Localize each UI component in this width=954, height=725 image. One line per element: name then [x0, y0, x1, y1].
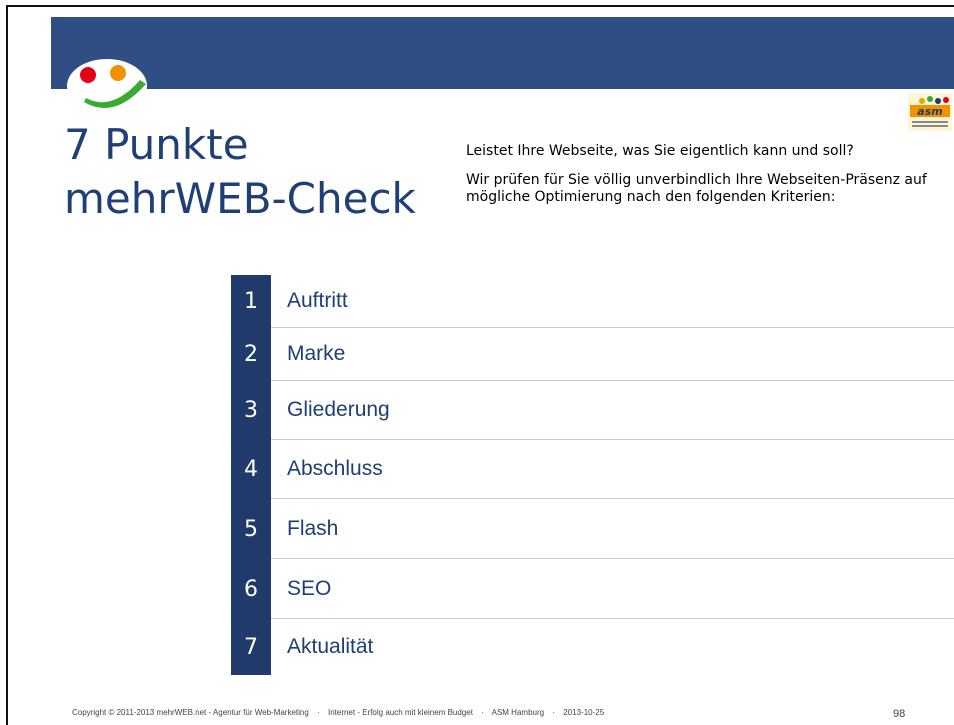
criteria-number: 6	[231, 559, 271, 619]
asm-logo: asm	[908, 93, 952, 131]
criteria-label: Flash	[287, 516, 339, 540]
slide-title: 7 Punkte mehrWEB-Check	[64, 118, 444, 226]
criteria-item: 4 Abschluss	[231, 440, 954, 499]
footer-separator: ·	[317, 708, 320, 717]
criteria-label: Auftritt	[287, 289, 348, 312]
criteria-label: SEO	[287, 576, 332, 600]
footer-location: ASM Hamburg	[491, 708, 545, 717]
criteria-item: 7 Aktualität	[231, 619, 954, 675]
intro-text-block: Leistet Ihre Webseite, was Sie eigentlic…	[466, 143, 936, 220]
slide-title-line2: mehrWEB-Check	[64, 174, 416, 223]
criteria-label: Abschluss	[287, 457, 383, 480]
asm-logo-text: asm	[917, 105, 942, 118]
footer-date: 2013-10-25	[563, 708, 605, 717]
criteria-number: 4	[231, 440, 271, 499]
criteria-item: 5 Flash	[231, 499, 954, 559]
criteria-number: 7	[231, 619, 271, 675]
smiley-logo	[67, 59, 147, 113]
slide-footer: Copyright © 2011-2013 mehrWEB.net - Agen…	[72, 708, 604, 717]
slide-title-line1: 7 Punkte	[64, 120, 249, 169]
intro-paragraph: Wir prüfen für Sie völlig unverbindlich …	[466, 172, 927, 205]
criteria-item: 1 Auftritt	[231, 275, 954, 328]
footer-separator: ·	[552, 708, 555, 717]
intro-lead: Leistet Ihre Webseite, was Sie eigentlic…	[466, 143, 854, 159]
page-number: 98	[893, 708, 906, 720]
footer-separator: ·	[481, 708, 484, 717]
criteria-item: 6 SEO	[231, 559, 954, 619]
criteria-label: Gliederung	[287, 398, 390, 421]
criteria-number: 3	[231, 381, 271, 440]
criteria-item: 2 Marke	[231, 328, 954, 381]
criteria-number: 1	[231, 275, 271, 328]
criteria-number: 5	[231, 499, 271, 559]
footer-copyright: Copyright © 2011-2013 mehrWEB.net - Agen…	[72, 708, 309, 717]
criteria-number: 2	[231, 328, 271, 381]
criteria-list: 1 Auftritt 2 Marke 3 Gliederung 4 Abschl…	[231, 275, 954, 675]
header-band	[51, 17, 954, 89]
criteria-label: Aktualität	[287, 635, 374, 658]
criteria-item: 3 Gliederung	[231, 381, 954, 440]
footer-tagline: Internet - Erfolg auch mit kleinem Budge…	[327, 708, 473, 717]
criteria-label: Marke	[287, 342, 346, 365]
